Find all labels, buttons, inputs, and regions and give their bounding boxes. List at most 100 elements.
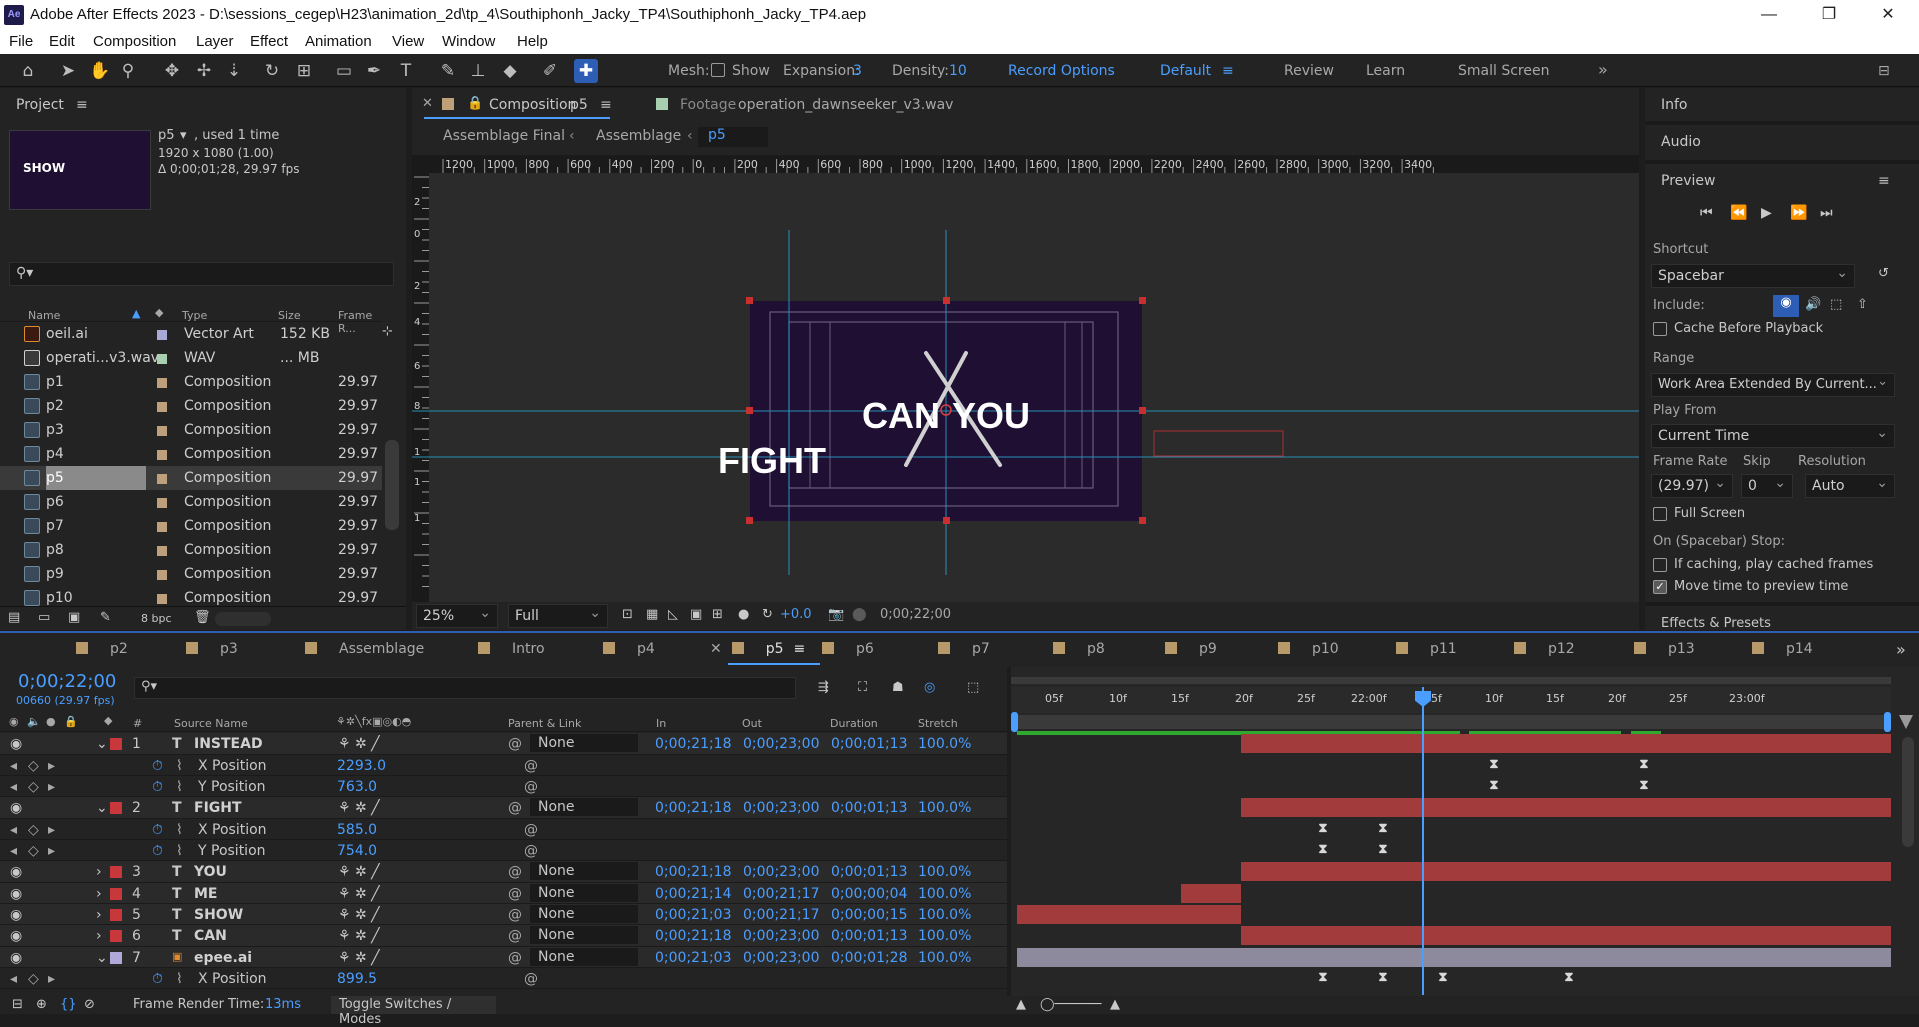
pick-whip-icon[interactable]: @	[508, 950, 522, 966]
layer-duration[interactable]: 0;00;01;13	[831, 736, 908, 752]
bit-depth-button[interactable]: 8 bpc	[141, 612, 172, 625]
keyframe-icon[interactable]: ⧗	[1377, 971, 1389, 984]
previous-keyframe-icon[interactable]: ◂	[10, 971, 17, 987]
workspace-review[interactable]: Review	[1284, 63, 1334, 79]
project-item[interactable]: p5 Composition 29.97	[0, 466, 382, 490]
layer-out[interactable]: 0;00;23;00	[743, 800, 820, 816]
label-color-swatch[interactable]	[157, 546, 167, 556]
close-tab-icon[interactable]: ✕	[422, 96, 433, 111]
keyframe-icon[interactable]: ⧗	[1317, 822, 1329, 835]
full-screen-checkbox[interactable]	[1653, 506, 1667, 521]
workspace-overflow-icon[interactable]: »	[1598, 60, 1608, 79]
previous-keyframe-icon[interactable]: ◂	[10, 822, 17, 838]
layer-stretch[interactable]: 100.0%	[918, 886, 971, 902]
layer-duration-bar[interactable]	[1181, 884, 1241, 903]
timeline-tab-p13[interactable]: p13	[1634, 641, 1695, 657]
expression-pick-whip-icon[interactable]: @	[524, 779, 538, 795]
layer-out[interactable]: 0;00;21;17	[743, 907, 820, 923]
stopwatch-icon[interactable]: ⏱	[152, 779, 163, 795]
visibility-eye-icon[interactable]: ◉	[10, 800, 22, 816]
work-area-bar[interactable]	[1011, 712, 1891, 732]
word-you[interactable]: YOU	[952, 395, 1030, 437]
menu-help[interactable]: Help	[517, 33, 548, 50]
move-time-checkbox[interactable]: ✓	[1653, 579, 1667, 594]
orbit-camera-icon[interactable]: ✥	[160, 59, 184, 83]
layer-duration-bar[interactable]	[1241, 734, 1891, 753]
layer-label-color[interactable]	[110, 909, 122, 921]
timeline-tab-p11[interactable]: p11	[1396, 641, 1457, 657]
panel-layout-icon[interactable]: ⊟	[1878, 63, 1890, 79]
collapse-arrow-icon[interactable]: ⌄	[96, 800, 108, 816]
zoom-in-icon[interactable]: ▲	[1110, 997, 1120, 1012]
layer-in[interactable]: 0;00;21;14	[655, 886, 732, 902]
layer-stretch[interactable]: 100.0%	[918, 928, 971, 944]
close-button[interactable]: ✕	[1865, 2, 1911, 28]
label-color-swatch[interactable]	[157, 474, 167, 484]
anchor-point-tool-icon[interactable]: ⊞	[292, 59, 316, 83]
breadcrumb-assemblage-final[interactable]: Assemblage Final	[443, 128, 565, 144]
keyframe-icon[interactable]: ⧗	[1437, 971, 1449, 984]
graph-editor-icon[interactable]: ⬚	[967, 680, 979, 695]
layer-duration-bar[interactable]	[1017, 905, 1241, 924]
shy-switch-icon[interactable]: ⚘ ✲ ╱	[338, 950, 380, 966]
label-color-swatch[interactable]	[157, 378, 167, 388]
workspace-default[interactable]: Default	[1160, 63, 1211, 79]
keyframe-icon[interactable]: ⧗	[1377, 843, 1389, 856]
expand-arrow-icon[interactable]: ›	[96, 886, 102, 902]
label-color-swatch[interactable]	[157, 426, 167, 436]
project-item[interactable]: p7 Composition 29.97	[0, 514, 382, 538]
stopwatch-icon[interactable]: ⏱	[152, 971, 163, 987]
project-item[interactable]: oeil.ai Vector Art 152 KB	[0, 322, 382, 346]
layer-label-color[interactable]	[110, 866, 122, 878]
next-frame-icon[interactable]: ⏩	[1790, 205, 1807, 221]
reset-icon[interactable]: ↺	[1878, 266, 1889, 281]
layer-name[interactable]: YOU	[194, 864, 227, 880]
property-value[interactable]: 2293.0	[337, 758, 386, 774]
project-item[interactable]: p4 Composition 29.97	[0, 442, 382, 466]
previous-frame-icon[interactable]: ⏪	[1730, 205, 1747, 221]
footage-tab[interactable]: Footage	[680, 97, 736, 113]
snapshot-icon[interactable]: 📷	[828, 607, 844, 622]
cache-before-playback-checkbox[interactable]	[1653, 321, 1667, 336]
composition-viewer[interactable]: FIGHT CAN YOU 1200 1000 800 600 400 200 0 200 40…	[412, 155, 1639, 605]
next-keyframe-icon[interactable]: ▸	[48, 843, 55, 859]
property-value[interactable]: 754.0	[337, 843, 377, 859]
word-can[interactable]: CAN	[862, 395, 940, 437]
puppet-pin-tool-icon[interactable]: ✚	[574, 59, 598, 83]
skip-dropdown[interactable]: 0	[1741, 474, 1793, 498]
pen-tool-icon[interactable]: ✒	[362, 59, 386, 83]
layer-out[interactable]: 0;00;23;00	[743, 928, 820, 944]
layer-row[interactable]: ◉ ⌄ 2 T FIGHT ⚘ ✲ ╱ @ None 0;00;21;18 0;00;23;00 0…	[0, 797, 1007, 819]
layer-in[interactable]: 0;00;21;03	[655, 950, 732, 966]
selection-tool-icon[interactable]: ➤	[56, 59, 80, 83]
layer-row[interactable]: ◉ › 4 T ME ⚘ ✲ ╱ @ None 0;00;21;14 0;00;21;17 0;00…	[0, 883, 1007, 904]
keyframe-icon[interactable]: ⧗	[1377, 822, 1389, 835]
property-row[interactable]: ◂ ◇ ▸ ⏱ ⌇ X Position 2293.0 @	[0, 755, 1007, 776]
graph-icon[interactable]: ⌇	[176, 843, 183, 859]
col-stretch[interactable]: Stretch	[918, 717, 958, 730]
dolly-camera-icon[interactable]: ⇣	[222, 59, 246, 83]
audio-tab[interactable]: Audio	[1661, 134, 1701, 150]
transparency-grid-icon[interactable]: ▦	[646, 607, 658, 622]
label-color-swatch[interactable]	[157, 522, 167, 532]
project-item[interactable]: operati...v3.wav WAV ... MB	[0, 346, 382, 370]
keyframe-icon[interactable]: ⧗	[1488, 758, 1500, 771]
transfer-controls-icon[interactable]: ⊕	[36, 997, 47, 1012]
work-area-end-handle[interactable]	[1884, 712, 1891, 732]
project-item[interactable]: p6 Composition 29.97	[0, 490, 382, 514]
timeline-tab-p5[interactable]: ✕ p5 ≡	[710, 641, 820, 665]
channel-icon[interactable]: ●	[738, 607, 749, 622]
work-area-start-handle[interactable]	[1011, 712, 1018, 732]
add-keyframe-icon[interactable]: ◇	[28, 971, 39, 987]
layer-stretch[interactable]: 100.0%	[918, 736, 971, 752]
menu-effect[interactable]: Effect	[250, 33, 288, 50]
property-value[interactable]: 763.0	[337, 779, 377, 795]
previous-keyframe-icon[interactable]: ◂	[10, 779, 17, 795]
col-size[interactable]: Size	[278, 309, 301, 322]
add-keyframe-icon[interactable]: ◇	[28, 758, 39, 774]
mask-visibility-icon[interactable]: ◺	[668, 607, 678, 622]
zoom-slider[interactable]: ◯──────	[1040, 997, 1102, 1012]
layer-name[interactable]: ME	[194, 886, 218, 902]
shy-switch-icon[interactable]: ⚘ ✲ ╱	[338, 928, 380, 944]
region-of-interest-icon[interactable]: ▣	[690, 607, 702, 622]
